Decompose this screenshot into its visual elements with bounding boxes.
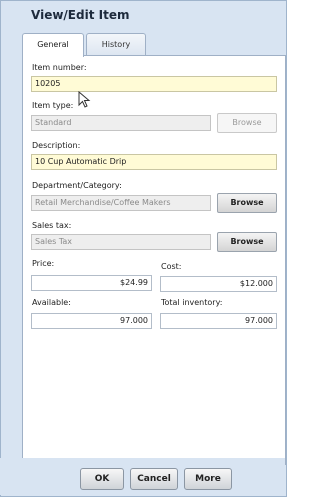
ok-button[interactable]: OK	[80, 468, 124, 490]
item-type-label: Item type:	[32, 101, 74, 110]
department-field[interactable]: Retail Merchandise/Coffee Makers	[31, 195, 211, 211]
item-type-field[interactable]: Standard	[31, 115, 211, 131]
cost-field[interactable]: $12.000	[160, 276, 277, 292]
total-inventory-field: 97.000	[160, 313, 277, 329]
mouse-pointer-icon	[78, 91, 91, 108]
department-label: Department/Category:	[32, 181, 122, 190]
view-edit-item-window: View/Edit Item General History Item numb…	[0, 0, 287, 497]
sales-tax-label: Sales tax:	[32, 221, 72, 230]
description-label: Description:	[32, 141, 81, 150]
item-number-label: Item number:	[32, 63, 87, 72]
available-label: Available:	[32, 298, 71, 307]
total-inventory-label: Total inventory:	[161, 298, 223, 307]
sales-tax-field[interactable]: Sales Tax	[31, 234, 211, 250]
available-field: 97.000	[31, 313, 152, 329]
description-field[interactable]: 10 Cup Automatic Drip	[31, 154, 277, 170]
item-type-browse-button[interactable]: Browse	[217, 113, 277, 133]
department-browse-button[interactable]: Browse	[217, 193, 277, 213]
tab-history[interactable]: History	[86, 33, 146, 55]
more-button[interactable]: More	[184, 468, 232, 490]
price-field[interactable]: $24.99	[31, 275, 152, 291]
price-label: Price:	[32, 259, 55, 268]
window-title: View/Edit Item	[31, 8, 130, 22]
cancel-button[interactable]: Cancel	[130, 468, 178, 490]
cost-label: Cost:	[161, 262, 182, 271]
sales-tax-browse-button[interactable]: Browse	[217, 232, 277, 252]
item-number-field[interactable]: 10205	[31, 76, 277, 92]
tab-general[interactable]: General	[22, 33, 84, 57]
